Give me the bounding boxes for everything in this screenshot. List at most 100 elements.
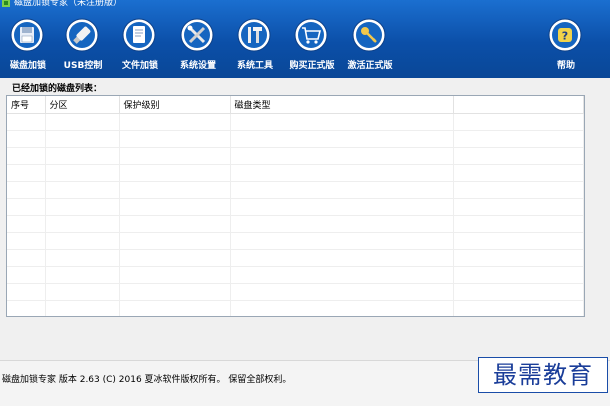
table-cell-empty (453, 181, 584, 199)
table-cell-empty (7, 181, 46, 199)
table-cell-empty (453, 266, 584, 284)
toolbar-button-help[interactable]: ? 帮助 (538, 16, 594, 74)
table-cell-empty (453, 215, 584, 233)
table-row-empty (7, 181, 584, 199)
table-cell-empty (119, 283, 231, 301)
table-cell-empty (453, 300, 584, 316)
table-cell-empty (7, 147, 46, 165)
table-cell-empty (7, 113, 46, 131)
status-text: 磁盘加锁专家 版本 2.63 (C) 2016 夏冰软件版权所有。 保留全部权利… (2, 375, 292, 385)
table-cell-empty (119, 232, 231, 250)
table-cell-empty (230, 300, 454, 316)
table-cell-empty (119, 266, 231, 284)
table-row-empty (7, 130, 584, 148)
table-cell-empty (453, 198, 584, 216)
table-cell-empty (45, 215, 120, 233)
table-cell-empty (7, 215, 46, 233)
table-cell-empty (119, 147, 231, 165)
table-cell-empty (453, 113, 584, 131)
table-cell-empty (45, 283, 120, 301)
screwdriver-hammer-icon (237, 18, 271, 52)
column-header-extra (453, 96, 584, 114)
table-cell-empty (7, 164, 46, 182)
table-cell-empty (230, 198, 454, 216)
disk-list-label: 已经加锁的磁盘列表： (12, 84, 103, 94)
table-row-empty (7, 215, 584, 233)
toolbar-button-buy[interactable]: 购买正式版 (284, 16, 340, 74)
table-cell-empty (7, 130, 46, 148)
table-cell-empty (230, 181, 454, 199)
document-icon (122, 18, 156, 52)
table-cell-empty (7, 266, 46, 284)
table-cell-empty (45, 266, 120, 284)
column-header-protection-level[interactable]: 保护级别 (119, 96, 231, 114)
table-body (7, 113, 584, 316)
table-cell-empty (230, 266, 454, 284)
window-title: 磁盘加锁专家（未注册版） (2, 0, 122, 10)
svg-text:?: ? (562, 30, 568, 43)
help-icon: ? (548, 18, 582, 52)
table-cell-empty (119, 249, 231, 267)
table-cell-empty (119, 198, 231, 216)
table-cell-empty (45, 181, 120, 199)
toolbar-button-usb-control[interactable]: USB控制 (55, 16, 111, 74)
table-cell-empty (45, 300, 120, 316)
table-cell-empty (453, 249, 584, 267)
table-cell-empty (45, 198, 120, 216)
table-cell-empty (230, 164, 454, 182)
table-cell-empty (453, 147, 584, 165)
table-cell-empty (230, 249, 454, 267)
toolbar-button-activate[interactable]: 激活正式版 (342, 16, 398, 74)
table-cell-empty (230, 113, 454, 131)
table-cell-empty (119, 181, 231, 199)
table-cell-empty (230, 232, 454, 250)
table-cell-empty (119, 164, 231, 182)
table-row-empty (7, 147, 584, 165)
table-row-empty (7, 300, 584, 316)
table-row-empty (7, 283, 584, 301)
watermark-logo: 最需教育 (478, 357, 608, 393)
table-row-empty (7, 113, 584, 131)
table-cell-empty (453, 164, 584, 182)
table-cell-empty (7, 283, 46, 301)
shopping-cart-icon (294, 18, 328, 52)
column-header-disk-type[interactable]: 磁盘类型 (230, 96, 454, 114)
table-cell-empty (45, 113, 120, 131)
table-cell-empty (230, 147, 454, 165)
table-cell-empty (7, 249, 46, 267)
column-header-index[interactable]: 序号 (7, 96, 46, 114)
table-cell-empty (230, 283, 454, 301)
table-header-row: 序号 分区 保护级别 磁盘类型 (7, 96, 584, 114)
table-row-empty (7, 266, 584, 284)
table: 序号 分区 保护级别 磁盘类型 (7, 96, 584, 316)
table-cell-empty (453, 283, 584, 301)
table-cell-empty (230, 215, 454, 233)
table-cell-empty (119, 215, 231, 233)
toolbar-button-system-tools[interactable]: 系统工具 (227, 16, 283, 74)
toolbar-button-label: 激活正式版 (347, 61, 393, 71)
table-cell-empty (119, 130, 231, 148)
table-cell-empty (7, 300, 46, 316)
floppy-disk-icon (10, 18, 44, 52)
column-header-partition[interactable]: 分区 (45, 96, 120, 114)
toolbar-button-file-lock[interactable]: 文件加锁 (112, 16, 168, 74)
table-cell-empty (230, 130, 454, 148)
table-row-empty (7, 198, 584, 216)
table-cell-empty (45, 130, 120, 148)
table-cell-empty (453, 130, 584, 148)
app-logo-icon (2, 0, 10, 7)
main-content: 已经加锁的磁盘列表： 序号 分区 保护级别 磁盘类型 (0, 78, 610, 360)
table-row-empty (7, 249, 584, 267)
key-icon (352, 18, 386, 52)
table-cell-empty (45, 147, 120, 165)
toolbar-button-system-settings[interactable]: 系统设置 (170, 16, 226, 74)
table-cell-empty (45, 232, 120, 250)
locked-disk-table[interactable]: 序号 分区 保护级别 磁盘类型 (6, 95, 585, 317)
window-title-text: 磁盘加锁专家（未注册版） (14, 0, 123, 8)
table-cell-empty (45, 164, 120, 182)
toolbar: 磁盘加锁专家（未注册版） 磁盘加锁 USB控制 文件加锁 系统设置 系统工具 购… (0, 0, 610, 78)
toolbar-button-disk-lock[interactable]: 磁盘加锁 (0, 16, 56, 74)
usb-drive-icon (65, 18, 99, 52)
tools-icon (180, 18, 214, 52)
table-cell-empty (7, 232, 46, 250)
